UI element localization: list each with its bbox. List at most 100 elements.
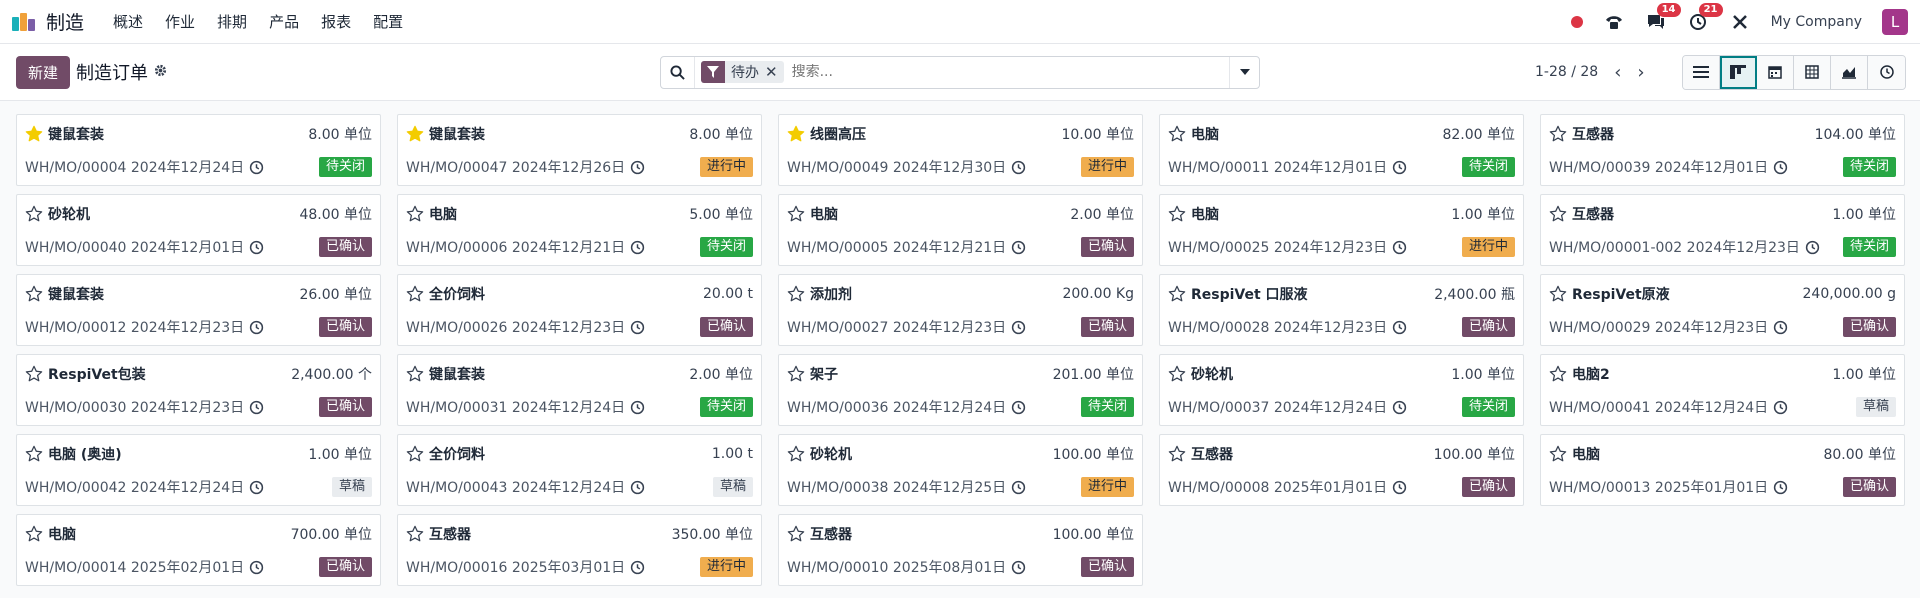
user-avatar[interactable]: L [1882,8,1908,35]
activity-clock-icon[interactable] [1773,400,1788,415]
pager-value[interactable]: 1-28 / 28 [1535,64,1598,80]
star-outline-icon[interactable] [787,445,805,463]
activity-clock-icon[interactable] [1011,560,1026,575]
kanban-card[interactable]: RespiVet包装 2,400.00 个 WH/MO/00030 2024年1… [16,354,381,426]
activity-clock-icon[interactable] [249,160,264,175]
activity-clock-icon[interactable] [1773,160,1788,175]
kanban-card[interactable]: 砂轮机 1.00 单位 WH/MO/00037 2024年12月24日 待关闭 [1159,354,1524,426]
search-options-toggle[interactable] [1229,56,1259,88]
kanban-card[interactable]: 电脑 2.00 单位 WH/MO/00005 2024年12月21日 已确认 [778,194,1143,266]
kanban-card[interactable]: 电脑 (奥迪) 1.00 单位 WH/MO/00042 2024年12月24日 … [16,434,381,506]
kanban-card[interactable]: 砂轮机 48.00 单位 WH/MO/00040 2024年12月01日 已确认 [16,194,381,266]
pivot-view-icon[interactable] [1794,55,1831,89]
kanban-card[interactable]: 电脑2 1.00 单位 WH/MO/00041 2024年12月24日 草稿 [1540,354,1905,426]
pager-next-icon[interactable]: › [1637,62,1644,83]
activity-clock-icon[interactable] [1392,160,1407,175]
tools-icon[interactable] [1729,11,1751,33]
activity-clock-icon[interactable] [1011,320,1026,335]
search-input[interactable] [783,64,1229,80]
star-filled-icon[interactable] [25,125,43,143]
kanban-card[interactable]: 电脑 5.00 单位 WH/MO/00006 2024年12月21日 待关闭 [397,194,762,266]
search-icon[interactable] [661,56,695,88]
kanban-card[interactable]: 电脑 1.00 单位 WH/MO/00025 2024年12月23日 进行中 [1159,194,1524,266]
kanban-card[interactable]: 键鼠套装 8.00 单位 WH/MO/00047 2024年12月26日 进行中 [397,114,762,186]
activity-clock-icon[interactable] [249,480,264,495]
app-brand[interactable]: 制造 [12,8,84,35]
kanban-card[interactable]: 架子 201.00 单位 WH/MO/00036 2024年12月24日 待关闭 [778,354,1143,426]
star-outline-icon[interactable] [406,525,424,543]
phone-icon[interactable] [1603,11,1625,33]
facet-close-icon[interactable]: ✕ [765,63,784,81]
calendar-view-icon[interactable] [1757,55,1794,89]
kanban-view-icon[interactable] [1720,55,1757,89]
kanban-card[interactable]: 互感器 100.00 单位 WH/MO/00010 2025年08月01日 已确… [778,514,1143,586]
activity-clock-icon[interactable] [1392,480,1407,495]
activity-clock-icon[interactable] [1773,320,1788,335]
activity-clock-icon[interactable] [249,560,264,575]
star-outline-icon[interactable] [406,285,424,303]
star-outline-icon[interactable] [787,285,805,303]
activity-clock-icon[interactable] [249,320,264,335]
menu-planning[interactable]: 排期 [206,11,258,32]
activity-clock-icon[interactable] [630,400,645,415]
star-outline-icon[interactable] [1168,205,1186,223]
kanban-card[interactable]: RespiVet 口服液 2,400.00 瓶 WH/MO/00028 2024… [1159,274,1524,346]
activity-clock-icon[interactable] [1392,320,1407,335]
kanban-card[interactable]: 键鼠套装 2.00 单位 WH/MO/00031 2024年12月24日 待关闭 [397,354,762,426]
kanban-card[interactable]: 互感器 350.00 单位 WH/MO/00016 2025年03月01日 进行… [397,514,762,586]
activity-clock-icon[interactable] [1805,240,1820,255]
star-outline-icon[interactable] [25,365,43,383]
menu-overview[interactable]: 概述 [102,11,154,32]
star-filled-icon[interactable] [787,125,805,143]
star-outline-icon[interactable] [787,525,805,543]
chat-icon[interactable]: 14 [1645,2,1681,33]
new-button[interactable]: 新建 [16,55,71,89]
star-outline-icon[interactable] [406,365,424,383]
activity-clock-icon[interactable] [1011,160,1026,175]
star-outline-icon[interactable] [406,445,424,463]
kanban-card[interactable]: 电脑 700.00 单位 WH/MO/00014 2025年02月01日 已确认 [16,514,381,586]
star-outline-icon[interactable] [25,205,43,223]
kanban-card[interactable]: 全价饲料 20.00 t WH/MO/00026 2024年12月23日 已确认 [397,274,762,346]
star-outline-icon[interactable] [787,205,805,223]
status-dot-icon[interactable] [1570,15,1583,28]
kanban-card[interactable]: 添加剂 200.00 Kg WH/MO/00027 2024年12月23日 已确… [778,274,1143,346]
activity-clock-icon[interactable] [1773,480,1788,495]
star-outline-icon[interactable] [1168,285,1186,303]
star-outline-icon[interactable] [1549,285,1567,303]
activity-clock-icon[interactable] [630,560,645,575]
activity-view-icon[interactable] [1868,55,1905,89]
star-filled-icon[interactable] [406,125,424,143]
kanban-card[interactable]: 全价饲料 1.00 t WH/MO/00043 2024年12月24日 草稿 [397,434,762,506]
activity-clock-icon[interactable] [1392,240,1407,255]
kanban-card[interactable]: 键鼠套装 26.00 单位 WH/MO/00012 2024年12月23日 已确… [16,274,381,346]
star-outline-icon[interactable] [787,365,805,383]
activity-clock-icon[interactable] [630,160,645,175]
activity-clock-icon[interactable] [1011,480,1026,495]
kanban-card[interactable]: 键鼠套装 8.00 单位 WH/MO/00004 2024年12月24日 待关闭 [16,114,381,186]
kanban-card[interactable]: 电脑 80.00 单位 WH/MO/00013 2025年01月01日 已确认 [1540,434,1905,506]
kanban-card[interactable]: 互感器 1.00 单位 WH/MO/00001-002 2024年12月23日 … [1540,194,1905,266]
star-outline-icon[interactable] [1168,125,1186,143]
activity-clock-icon[interactable] [249,400,264,415]
activity-clock-icon[interactable] [249,240,264,255]
activity-clock-icon[interactable] [630,320,645,335]
star-outline-icon[interactable] [406,205,424,223]
graph-view-icon[interactable] [1831,55,1868,89]
menu-operations[interactable]: 作业 [154,11,206,32]
activity-clock-icon[interactable] [1392,400,1407,415]
activity-clock-icon[interactable] [630,240,645,255]
activity-clock-icon[interactable] [1011,400,1026,415]
star-outline-icon[interactable] [1549,125,1567,143]
activity-clock-icon[interactable] [1011,240,1026,255]
gear-icon[interactable] [154,64,167,81]
company-switcher[interactable]: My Company [1771,14,1862,30]
menu-reporting[interactable]: 报表 [310,11,362,32]
star-outline-icon[interactable] [25,285,43,303]
activity-clock-icon[interactable] [630,480,645,495]
star-outline-icon[interactable] [25,525,43,543]
pager-previous-icon[interactable]: ‹ [1614,62,1621,83]
star-outline-icon[interactable] [1168,445,1186,463]
star-outline-icon[interactable] [1549,445,1567,463]
star-outline-icon[interactable] [1168,365,1186,383]
